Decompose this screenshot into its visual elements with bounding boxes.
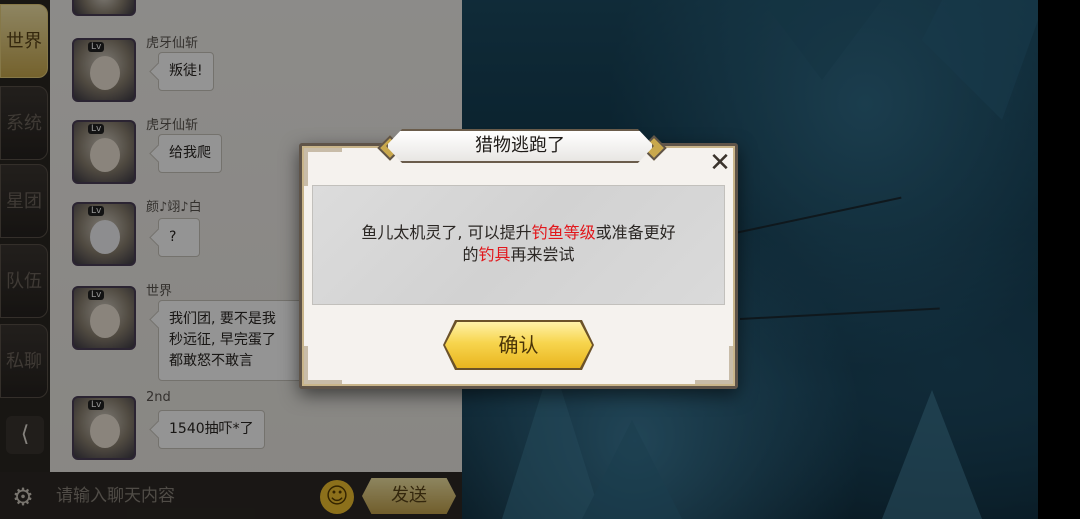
dialog-message: 鱼儿太机灵了, 可以提升钓鱼等级或准备更好 的钓具再来尝试 <box>312 222 725 266</box>
corner-ornament <box>304 148 342 186</box>
message-text: 或准备更好 <box>595 223 676 242</box>
confirm-button[interactable]: 确认 <box>445 322 592 368</box>
message-text: 再来尝试 <box>510 245 575 264</box>
highlight-fishing-gear: 钓具 <box>478 245 511 264</box>
corner-ornament <box>695 346 733 384</box>
message-text: 的 <box>462 245 479 264</box>
highlight-fishing-level: 钓鱼等级 <box>531 223 596 242</box>
close-icon[interactable]: ✕ <box>705 148 735 178</box>
dialog-title: 猎物逃跑了 <box>475 135 565 156</box>
message-text: 鱼儿太机灵了, 可以提升 <box>361 223 532 242</box>
corner-ornament <box>304 346 342 384</box>
screen-edge-bar <box>1038 0 1080 519</box>
